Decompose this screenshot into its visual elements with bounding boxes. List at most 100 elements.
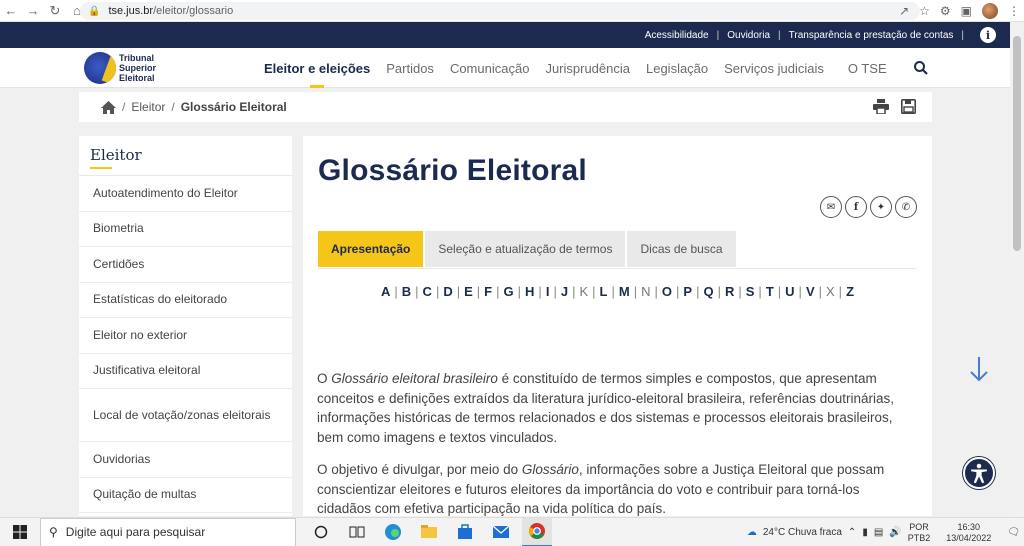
alphabet-letter-o[interactable]: O: [662, 284, 672, 299]
scrollbar-thumb[interactable]: [1013, 36, 1021, 251]
volume-icon[interactable]: 🔊: [889, 527, 901, 538]
accessibility-link[interactable]: Acessibilidade: [645, 30, 709, 41]
sidebar-item-exterior[interactable]: Eleitor no exterior: [79, 318, 292, 354]
nav-comunicacao[interactable]: Comunicação: [450, 48, 530, 88]
page-scrollbar[interactable]: [1010, 22, 1024, 517]
alphabet-letter-l[interactable]: L: [600, 284, 608, 299]
nav-servicos-judiciais[interactable]: Serviços judiciais: [724, 48, 824, 88]
alphabet-letter-t[interactable]: T: [766, 284, 774, 299]
nav-legislacao[interactable]: Legislação: [646, 48, 708, 88]
nav-partidos[interactable]: Partidos: [386, 48, 434, 88]
battery-icon[interactable]: ▮: [862, 527, 868, 538]
alphabet-letter-j[interactable]: J: [561, 284, 568, 299]
alphabet-letter-h[interactable]: H: [525, 284, 534, 299]
network-icon[interactable]: ▤: [874, 527, 883, 538]
scroll-down-arrow-icon[interactable]: [968, 356, 990, 382]
sidebar-item-ouvidorias[interactable]: Ouvidorias: [79, 442, 292, 478]
alphabet-letter-e[interactable]: E: [464, 284, 473, 299]
breadcrumb-current: Glossário Eleitoral: [180, 100, 287, 114]
save-icon[interactable]: [901, 99, 916, 114]
bookmark-star-icon[interactable]: ☆: [919, 4, 930, 18]
alphabet-separator: |: [633, 284, 638, 299]
search-icon[interactable]: [913, 60, 929, 76]
facebook-share-icon[interactable]: f: [845, 196, 867, 218]
alphabet-letter-g[interactable]: G: [504, 284, 514, 299]
sidepanel-icon[interactable]: ▣: [961, 4, 972, 18]
logo-text: Tribunal Superior Eleitoral: [119, 53, 156, 83]
extensions-icon[interactable]: ⚙: [940, 4, 951, 18]
clock[interactable]: 16:30 13/04/2022: [946, 522, 991, 544]
share-page-icon[interactable]: ↗: [899, 4, 909, 18]
logo-line: Superior: [119, 63, 157, 73]
accessibility-icon[interactable]: [963, 457, 995, 489]
breadcrumb: / Eleitor / Glossário Eleitoral: [79, 92, 932, 122]
whatsapp-share-icon[interactable]: ✆: [895, 196, 917, 218]
forward-icon[interactable]: →: [22, 0, 44, 22]
file-explorer-icon[interactable]: [414, 518, 444, 546]
sidebar-item-autoatendimento[interactable]: Autoatendimento do Eleitor: [79, 176, 292, 212]
nav-eleitor-e-eleicoes[interactable]: Eleitor e eleições: [264, 48, 370, 88]
alphabet-letter-p[interactable]: P: [683, 284, 692, 299]
info-icon[interactable]: i: [980, 27, 996, 43]
home-icon[interactable]: [101, 100, 116, 114]
store-icon[interactable]: [450, 518, 480, 546]
nav-o-tse[interactable]: O TSE: [848, 48, 887, 88]
address-bar[interactable]: 🔒 tse.jus.br/eleitor/glossario: [80, 2, 920, 20]
alphabet-letter-r[interactable]: R: [725, 284, 734, 299]
intro-paragraph-2: O objetivo é divulgar, por meio do Gloss…: [317, 460, 907, 516]
alphabet-letter-i[interactable]: I: [546, 284, 550, 299]
breadcrumb-eleitor[interactable]: Eleitor: [131, 100, 165, 114]
taskbar-search-input[interactable]: ⚲ Digite aqui para pesquisar: [40, 517, 296, 546]
tray-chevron-icon[interactable]: ⌃: [848, 527, 856, 538]
twitter-share-icon[interactable]: ✦: [870, 196, 892, 218]
alphabet-letter-b[interactable]: B: [402, 284, 411, 299]
sidebar-item-justificativa[interactable]: Justificativa eleitoral: [79, 354, 292, 389]
sidebar-title: Eleitor: [79, 136, 292, 176]
alphabet-letter-u[interactable]: U: [785, 284, 794, 299]
alphabet-letter-d[interactable]: D: [443, 284, 452, 299]
mail-icon[interactable]: [486, 518, 516, 546]
reload-icon[interactable]: ↻: [44, 0, 66, 22]
main-nav: Eleitor e eleições Partidos Comunicação …: [264, 48, 903, 88]
sidebar-item-quitacao[interactable]: Quitação de multas: [79, 478, 292, 513]
print-icon[interactable]: [873, 99, 889, 114]
sidebar-item-local-votacao[interactable]: Local de votação/zonas eleitorais: [79, 389, 292, 442]
sidebar-item-certidoes[interactable]: Certidões: [79, 247, 292, 283]
divider: |: [961, 29, 964, 41]
task-view-icon[interactable]: [342, 518, 372, 546]
alphabet-separator: |: [676, 284, 680, 299]
language-indicator[interactable]: POR PTB2: [908, 522, 931, 544]
sidebar-item-biometria[interactable]: Biometria: [79, 212, 292, 247]
sidebar-item-estatisticas[interactable]: Estatísticas do eleitorado: [79, 283, 292, 318]
browser-menu-icon[interactable]: ⋮: [1008, 4, 1020, 18]
alphabet-letter-m[interactable]: M: [619, 284, 630, 299]
windows-taskbar: ⚲ Digite aqui para pesquisar ☁ 24°C Chuv…: [0, 517, 1024, 546]
alphabet-letter-z[interactable]: Z: [846, 284, 854, 299]
profile-avatar[interactable]: [982, 3, 998, 19]
paragraph-emphasis: Glossário eleitoral brasileiro: [331, 371, 498, 386]
alphabet-letter-q[interactable]: Q: [703, 284, 713, 299]
alphabet-separator: |: [435, 284, 440, 299]
edge-icon[interactable]: [378, 518, 408, 546]
tse-logo[interactable]: Tribunal Superior Eleitoral: [84, 52, 156, 84]
weather-text[interactable]: 24°C Chuva fraca: [763, 527, 842, 538]
tab-apresentacao[interactable]: Apresentação: [318, 231, 424, 267]
ombudsman-link[interactable]: Ouvidoria: [727, 30, 770, 41]
alphabet-letter-c[interactable]: C: [423, 284, 432, 299]
chrome-icon[interactable]: [522, 517, 552, 546]
cortana-icon[interactable]: [306, 518, 336, 546]
email-share-icon[interactable]: ✉: [820, 196, 842, 218]
alphabet-letter-a[interactable]: A: [381, 284, 390, 299]
alphabet-letter-s[interactable]: S: [746, 284, 755, 299]
transparency-link[interactable]: Transparência e prestação de contas: [789, 30, 954, 41]
weather-icon[interactable]: ☁: [747, 527, 757, 538]
notifications-icon[interactable]: 🗨: [1007, 527, 1020, 538]
windows-start-icon[interactable]: [0, 518, 40, 546]
nav-jurisprudencia[interactable]: Jurisprudência: [545, 48, 630, 88]
back-icon[interactable]: ←: [0, 0, 22, 22]
tab-selecao-termos[interactable]: Seleção e atualização de termos: [425, 231, 626, 267]
tab-dicas-busca[interactable]: Dicas de busca: [627, 231, 736, 267]
paragraph-emphasis: Glossário: [521, 462, 579, 477]
alphabet-letter-f[interactable]: F: [484, 284, 492, 299]
alphabet-letter-v[interactable]: V: [806, 284, 815, 299]
